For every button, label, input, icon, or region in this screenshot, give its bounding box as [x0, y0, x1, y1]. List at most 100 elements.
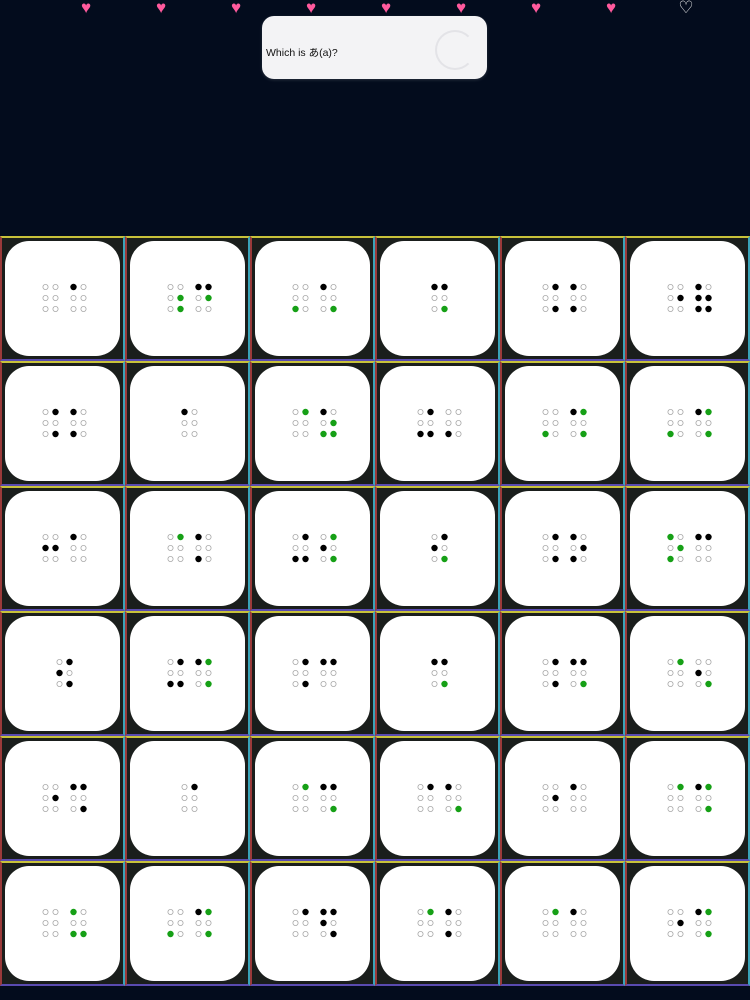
braille-dot-empty — [542, 295, 549, 302]
braille-dot-empty — [191, 420, 198, 427]
braille-pattern — [667, 533, 712, 563]
braille-dot-empty — [70, 545, 77, 552]
braille-dot-empty — [431, 534, 438, 541]
answer-tile[interactable] — [625, 486, 750, 611]
braille-card — [255, 616, 370, 731]
answer-tile[interactable] — [125, 236, 250, 361]
braille-dot-empty — [705, 670, 712, 677]
braille-dot-empty — [667, 806, 674, 813]
answer-tile[interactable] — [500, 861, 625, 986]
braille-dot-empty — [542, 659, 549, 666]
braille-dot-raised — [552, 680, 559, 688]
braille-card — [505, 616, 620, 731]
braille-dot-highlight — [677, 658, 684, 666]
braille-pattern — [181, 408, 198, 438]
braille-dot-empty — [580, 784, 587, 791]
braille-dot-empty — [167, 295, 174, 302]
answer-tile[interactable] — [0, 611, 125, 736]
braille-dot-raised — [195, 283, 202, 291]
braille-pattern — [417, 783, 462, 813]
answer-tile[interactable] — [125, 361, 250, 486]
braille-dot-highlight — [705, 908, 712, 916]
braille-dot-raised — [195, 555, 202, 563]
braille-dot-empty — [80, 556, 87, 563]
heart-full-icon: ♥ — [605, 0, 617, 17]
answer-tile[interactable] — [125, 736, 250, 861]
braille-dot-empty — [552, 920, 559, 927]
braille-dot-highlight — [302, 783, 309, 791]
braille-dot-empty — [320, 670, 327, 677]
braille-pattern — [292, 783, 337, 813]
answer-tile[interactable] — [0, 486, 125, 611]
braille-dot-highlight — [427, 908, 434, 916]
answer-tile[interactable] — [125, 861, 250, 986]
answer-tile[interactable] — [625, 361, 750, 486]
answer-tile[interactable] — [375, 361, 500, 486]
braille-pattern — [667, 783, 712, 813]
braille-dot-empty — [205, 920, 212, 927]
answer-tile[interactable] — [500, 236, 625, 361]
answer-tile[interactable] — [0, 736, 125, 861]
braille-dot-raised — [52, 794, 59, 802]
braille-dot-empty — [42, 806, 49, 813]
braille-dot-highlight — [330, 419, 337, 427]
answer-tile[interactable] — [375, 611, 500, 736]
answer-tile[interactable] — [625, 236, 750, 361]
answer-tile[interactable] — [125, 486, 250, 611]
answer-tile[interactable] — [250, 236, 375, 361]
braille-dot-empty — [302, 306, 309, 313]
answer-tile[interactable] — [500, 361, 625, 486]
answer-tile[interactable] — [375, 486, 500, 611]
answer-tile[interactable] — [250, 861, 375, 986]
answer-tile[interactable] — [250, 611, 375, 736]
braille-dot-raised — [570, 658, 577, 666]
braille-dot-raised — [330, 658, 337, 666]
answer-tile[interactable] — [375, 861, 500, 986]
braille-dot-empty — [70, 556, 77, 563]
answer-tile[interactable] — [0, 236, 125, 361]
braille-dot-raised — [195, 533, 202, 541]
braille-dot-raised — [66, 658, 73, 666]
braille-card — [255, 241, 370, 356]
answer-tile[interactable] — [375, 736, 500, 861]
answer-tile[interactable] — [500, 736, 625, 861]
braille-dot-highlight — [542, 430, 549, 438]
braille-dot-empty — [570, 545, 577, 552]
answer-tile[interactable] — [500, 486, 625, 611]
braille-dot-empty — [667, 545, 674, 552]
braille-dot-empty — [302, 806, 309, 813]
answer-tile[interactable] — [625, 611, 750, 736]
braille-dot-empty — [177, 909, 184, 916]
braille-dot-empty — [705, 420, 712, 427]
answer-tile[interactable] — [250, 361, 375, 486]
answer-tile[interactable] — [250, 486, 375, 611]
braille-dot-raised — [330, 783, 337, 791]
braille-dot-empty — [302, 931, 309, 938]
braille-dot-raised — [695, 408, 702, 416]
braille-dot-highlight — [70, 930, 77, 938]
answer-tile[interactable] — [250, 736, 375, 861]
answer-tile[interactable] — [500, 611, 625, 736]
answer-tile[interactable] — [0, 861, 125, 986]
braille-dot-empty — [570, 295, 577, 302]
question-prompt: Which is あ(a)? — [266, 47, 338, 59]
braille-dot-empty — [570, 431, 577, 438]
braille-dot-raised — [177, 658, 184, 666]
answer-tile[interactable] — [625, 861, 750, 986]
braille-dot-raised — [695, 294, 702, 302]
braille-dot-raised — [445, 430, 452, 438]
answer-tile[interactable] — [375, 236, 500, 361]
braille-dot-raised — [677, 919, 684, 927]
braille-dot-empty — [302, 670, 309, 677]
answer-tile[interactable] — [0, 361, 125, 486]
braille-card — [255, 366, 370, 481]
braille-dot-empty — [80, 420, 87, 427]
braille-dot-empty — [70, 306, 77, 313]
answer-tile[interactable] — [125, 611, 250, 736]
braille-pattern — [42, 908, 87, 938]
braille-dot-empty — [292, 409, 299, 416]
braille-dot-empty — [80, 909, 87, 916]
answer-tile[interactable] — [625, 736, 750, 861]
braille-dot-empty — [455, 931, 462, 938]
braille-card — [130, 491, 245, 606]
